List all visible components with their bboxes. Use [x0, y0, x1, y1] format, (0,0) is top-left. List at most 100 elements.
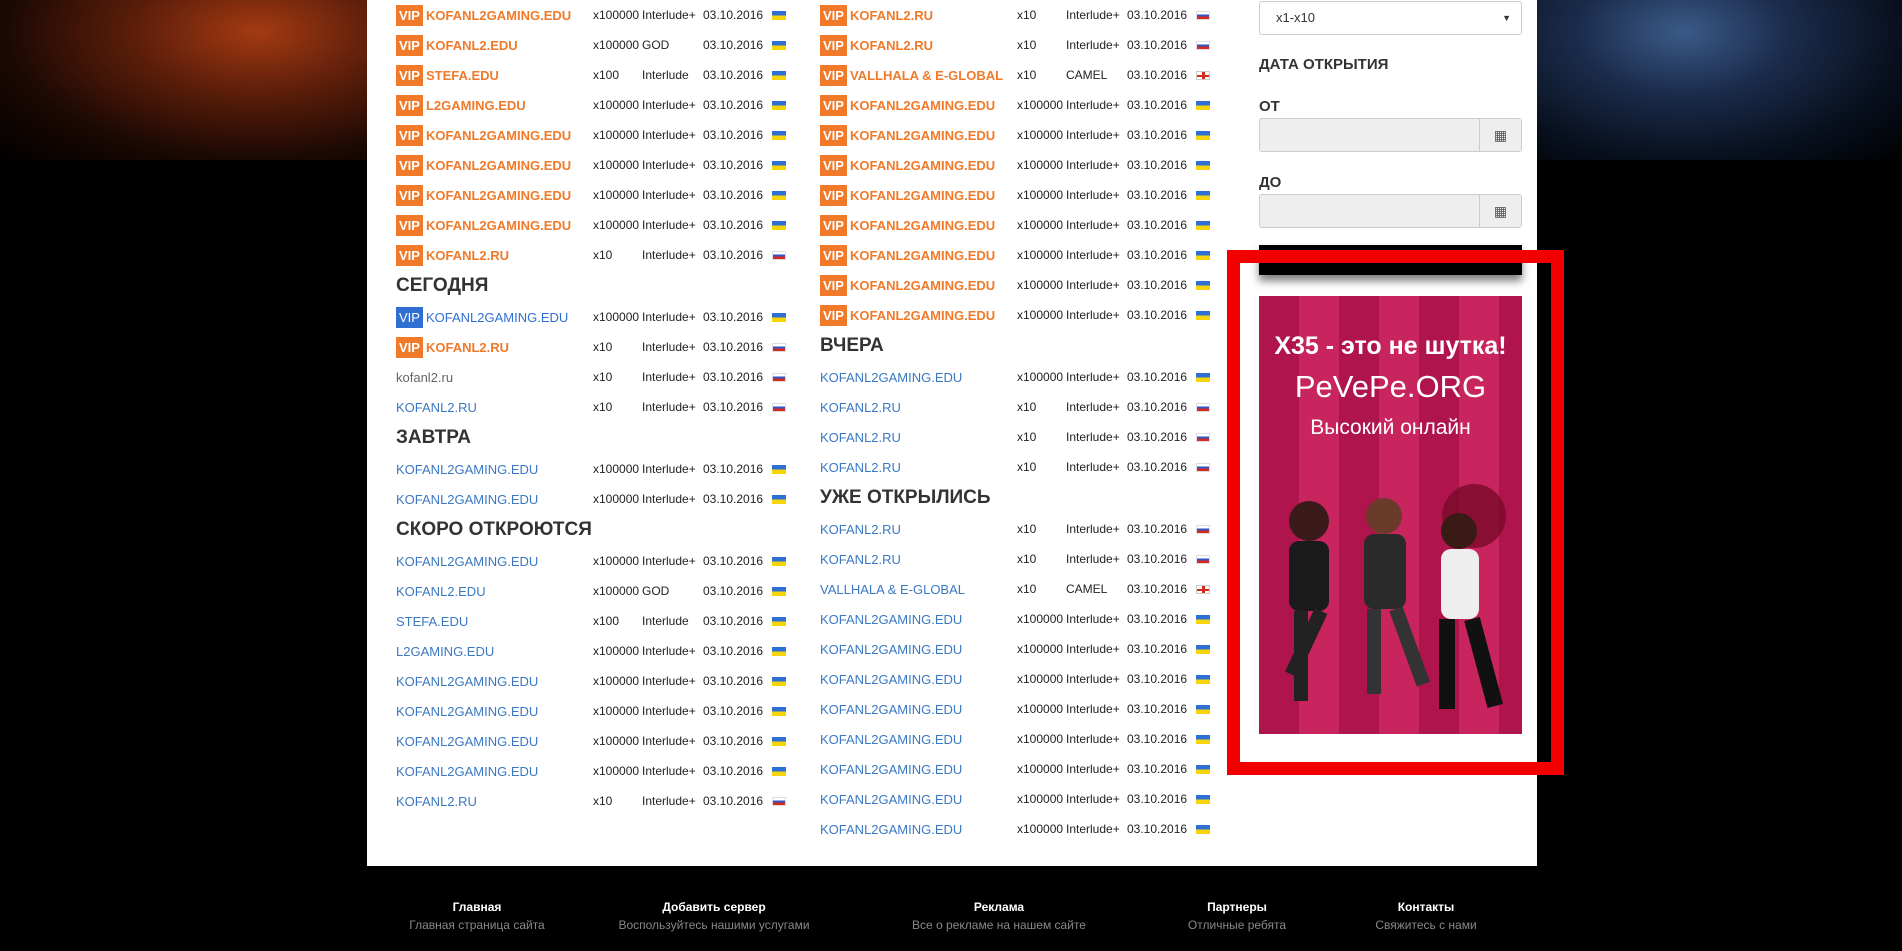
- server-name: KOFANL2GAMING.EDU: [396, 553, 539, 569]
- server-row: KOFANL2GAMING.EDU x100000 Interlude+ 03.10.…: [820, 694, 1220, 724]
- server-name: KOFANL2GAMING.EDU: [820, 821, 963, 837]
- server-name: KOFANL2GAMING.EDU: [396, 491, 539, 507]
- server-name-link[interactable]: VIP KOFANL2GAMING.EDU: [396, 124, 571, 146]
- server-name-link[interactable]: KOFANL2GAMING.EDU: [820, 642, 962, 657]
- server-row: VALLHALA & E-GLOBAL x10 CAMEL 03.10.2016: [820, 574, 1220, 604]
- server-date: 03.10.2016: [703, 462, 764, 476]
- server-chronicle: Interlude+: [1066, 308, 1120, 322]
- server-name-link[interactable]: KOFANL2.EDU: [396, 584, 486, 599]
- server-row: VIP KOFANL2.RU x10 Interlude+ 03.10.2016: [820, 0, 1220, 30]
- rate-select[interactable]: x1-x10 ▼: [1259, 1, 1522, 35]
- server-chronicle: Interlude+: [642, 764, 696, 778]
- flag-ru-icon: [1196, 432, 1210, 442]
- server-name-link[interactable]: KOFANL2GAMING.EDU: [820, 762, 962, 777]
- server-name-link[interactable]: VIP KOFANL2.RU: [820, 34, 933, 56]
- server-name: KOFANL2GAMING.EDU: [396, 763, 539, 779]
- server-name-link[interactable]: VIP KOFANL2GAMING.EDU: [820, 244, 996, 266]
- server-name-link[interactable]: KOFANL2.RU: [820, 460, 901, 475]
- server-rate: x10: [1017, 8, 1037, 22]
- server-date: 03.10.2016: [1127, 68, 1188, 82]
- server-row: KOFANL2GAMING.EDU x100000 Interlude+ 03.10.…: [820, 604, 1220, 634]
- server-name-link[interactable]: KOFANL2GAMING.EDU: [396, 554, 538, 569]
- vip-badge: VIP: [820, 184, 847, 206]
- server-name-link[interactable]: kofanl2.ru: [396, 370, 453, 385]
- server-name-link[interactable]: VIP KOFANL2GAMING.EDU: [820, 214, 995, 236]
- server-name-link[interactable]: VIP L2GAMING.EDU: [396, 94, 526, 116]
- server-name: KOFANL2.RU: [820, 459, 901, 475]
- server-name-link[interactable]: VIP STEFA.EDU: [396, 64, 499, 86]
- server-name-link[interactable]: KOFANL2GAMING.EDU: [396, 704, 538, 719]
- server-name: KOFANL2GAMING.EDU: [849, 247, 996, 263]
- server-name-link[interactable]: KOFANL2GAMING.EDU: [820, 612, 962, 627]
- server-name-link[interactable]: VIP KOFANL2.RU: [820, 4, 933, 26]
- server-chronicle: Interlude+: [1066, 460, 1120, 474]
- server-name-link[interactable]: VIP KOFANL2.RU: [396, 336, 509, 358]
- server-name-link[interactable]: KOFANL2.RU: [820, 400, 901, 415]
- server-name-link[interactable]: KOFANL2GAMING.EDU: [820, 672, 962, 687]
- server-name: KOFANL2.EDU: [425, 37, 518, 53]
- server-name-link[interactable]: VIP KOFANL2GAMING.EDU: [820, 94, 995, 116]
- footer-link-home[interactable]: Главная Главная страница сайта: [367, 900, 587, 932]
- flag-ua-icon: [1196, 674, 1210, 684]
- server-name: KOFANL2GAMING.EDU: [425, 7, 572, 23]
- server-name-link[interactable]: KOFANL2GAMING.EDU: [820, 822, 962, 837]
- server-name-link[interactable]: VIP KOFANL2GAMING.EDU: [820, 304, 995, 326]
- server-row: KOFANL2.RU x10 Interlude+ 03.10.2016: [820, 514, 1220, 544]
- server-name: KOFANL2GAMING.EDU: [396, 733, 539, 749]
- server-chronicle: Interlude+: [1066, 672, 1120, 686]
- footer-link-contacts[interactable]: Контакты Свяжитесь с нами: [1336, 900, 1516, 932]
- server-name-link[interactable]: VIP KOFANL2GAMING.EDU: [396, 184, 571, 206]
- server-name-link[interactable]: KOFANL2.RU: [396, 400, 477, 415]
- footer-link-partners[interactable]: Партнеры Отличные ребята: [1147, 900, 1327, 932]
- vip-badge: VIP: [396, 244, 423, 266]
- flag-ua-icon: [1196, 280, 1210, 290]
- section-heading: СКОРО ОТКРОЮТСЯ: [396, 519, 592, 540]
- footer-link-add-server[interactable]: Добавить сервер Воспользуйтесь нашими ус…: [594, 900, 834, 932]
- server-name: KOFANL2GAMING.EDU: [820, 369, 963, 385]
- footer-link-ads[interactable]: Реклама Все о рекламе на нашем сайте: [889, 900, 1109, 932]
- server-name-link[interactable]: VIP KOFANL2.EDU: [396, 34, 518, 56]
- server-chronicle: Interlude+: [642, 492, 696, 506]
- calendar-icon[interactable]: ▦: [1479, 119, 1521, 151]
- server-name-link[interactable]: L2GAMING.EDU: [396, 644, 494, 659]
- server-name-link[interactable]: KOFANL2.RU: [820, 430, 901, 445]
- calendar-icon[interactable]: ▦: [1479, 195, 1521, 227]
- server-name-link[interactable]: KOFANL2.RU: [396, 794, 477, 809]
- server-date: 03.10.2016: [703, 644, 764, 658]
- server-name-link[interactable]: KOFANL2.RU: [820, 522, 901, 537]
- server-name-link[interactable]: VIP KOFANL2GAMING.EDU: [396, 4, 572, 26]
- server-name-link[interactable]: VIP KOFANL2GAMING.EDU: [396, 154, 571, 176]
- server-name-link[interactable]: VALLHALA & E-GLOBAL: [820, 582, 965, 597]
- server-name-link[interactable]: KOFANL2GAMING.EDU: [820, 732, 962, 747]
- server-name-link[interactable]: KOFANL2GAMING.EDU: [396, 674, 538, 689]
- server-name-link[interactable]: VIP KOFANL2GAMING.EDU: [396, 306, 568, 328]
- server-name-link[interactable]: STEFA.EDU: [396, 614, 468, 629]
- server-name-link[interactable]: VIP KOFANL2GAMING.EDU: [820, 124, 995, 146]
- server-name-link[interactable]: KOFANL2GAMING.EDU: [396, 492, 538, 507]
- server-name-link[interactable]: VIP KOFANL2GAMING.EDU: [396, 214, 571, 236]
- ad-banner[interactable]: X35 - это не шутка! PeVePe.ORG Высокий о…: [1259, 296, 1522, 734]
- server-name-link[interactable]: VIP KOFANL2GAMING.EDU: [820, 274, 995, 296]
- server-name-link[interactable]: KOFANL2.RU: [820, 552, 901, 567]
- server-name-link[interactable]: KOFANL2GAMING.EDU: [396, 764, 538, 779]
- vip-badge: VIP: [820, 274, 847, 296]
- server-name-link[interactable]: VIP KOFANL2GAMING.EDU: [820, 184, 995, 206]
- flag-ua-icon: [772, 220, 786, 230]
- server-rate: x100000: [593, 584, 640, 598]
- server-name-link[interactable]: VIP KOFANL2GAMING.EDU: [820, 154, 995, 176]
- flag-ua-icon: [772, 70, 786, 80]
- server-name-link[interactable]: KOFANL2GAMING.EDU: [820, 792, 962, 807]
- server-name: L2GAMING.EDU: [396, 643, 495, 659]
- server-rate: x100000: [593, 188, 640, 202]
- date-to-input[interactable]: ▦: [1259, 194, 1522, 228]
- server-name-link[interactable]: KOFANL2GAMING.EDU: [820, 370, 962, 385]
- server-name-link[interactable]: KOFANL2GAMING.EDU: [820, 702, 962, 717]
- server-row: KOFANL2.RU x10 Interlude+ 03.10.2016: [820, 422, 1220, 452]
- server-name-link[interactable]: VIP VALLHALA & E-GLOBAL: [820, 64, 1003, 86]
- server-name-link[interactable]: VIP KOFANL2.RU: [396, 244, 509, 266]
- server-name: KOFANL2GAMING.EDU: [820, 641, 963, 657]
- server-name-link[interactable]: KOFANL2GAMING.EDU: [396, 734, 538, 749]
- server-name-link[interactable]: KOFANL2GAMING.EDU: [396, 462, 538, 477]
- flag-ua-icon: [1196, 190, 1210, 200]
- date-from-input[interactable]: ▦: [1259, 118, 1522, 152]
